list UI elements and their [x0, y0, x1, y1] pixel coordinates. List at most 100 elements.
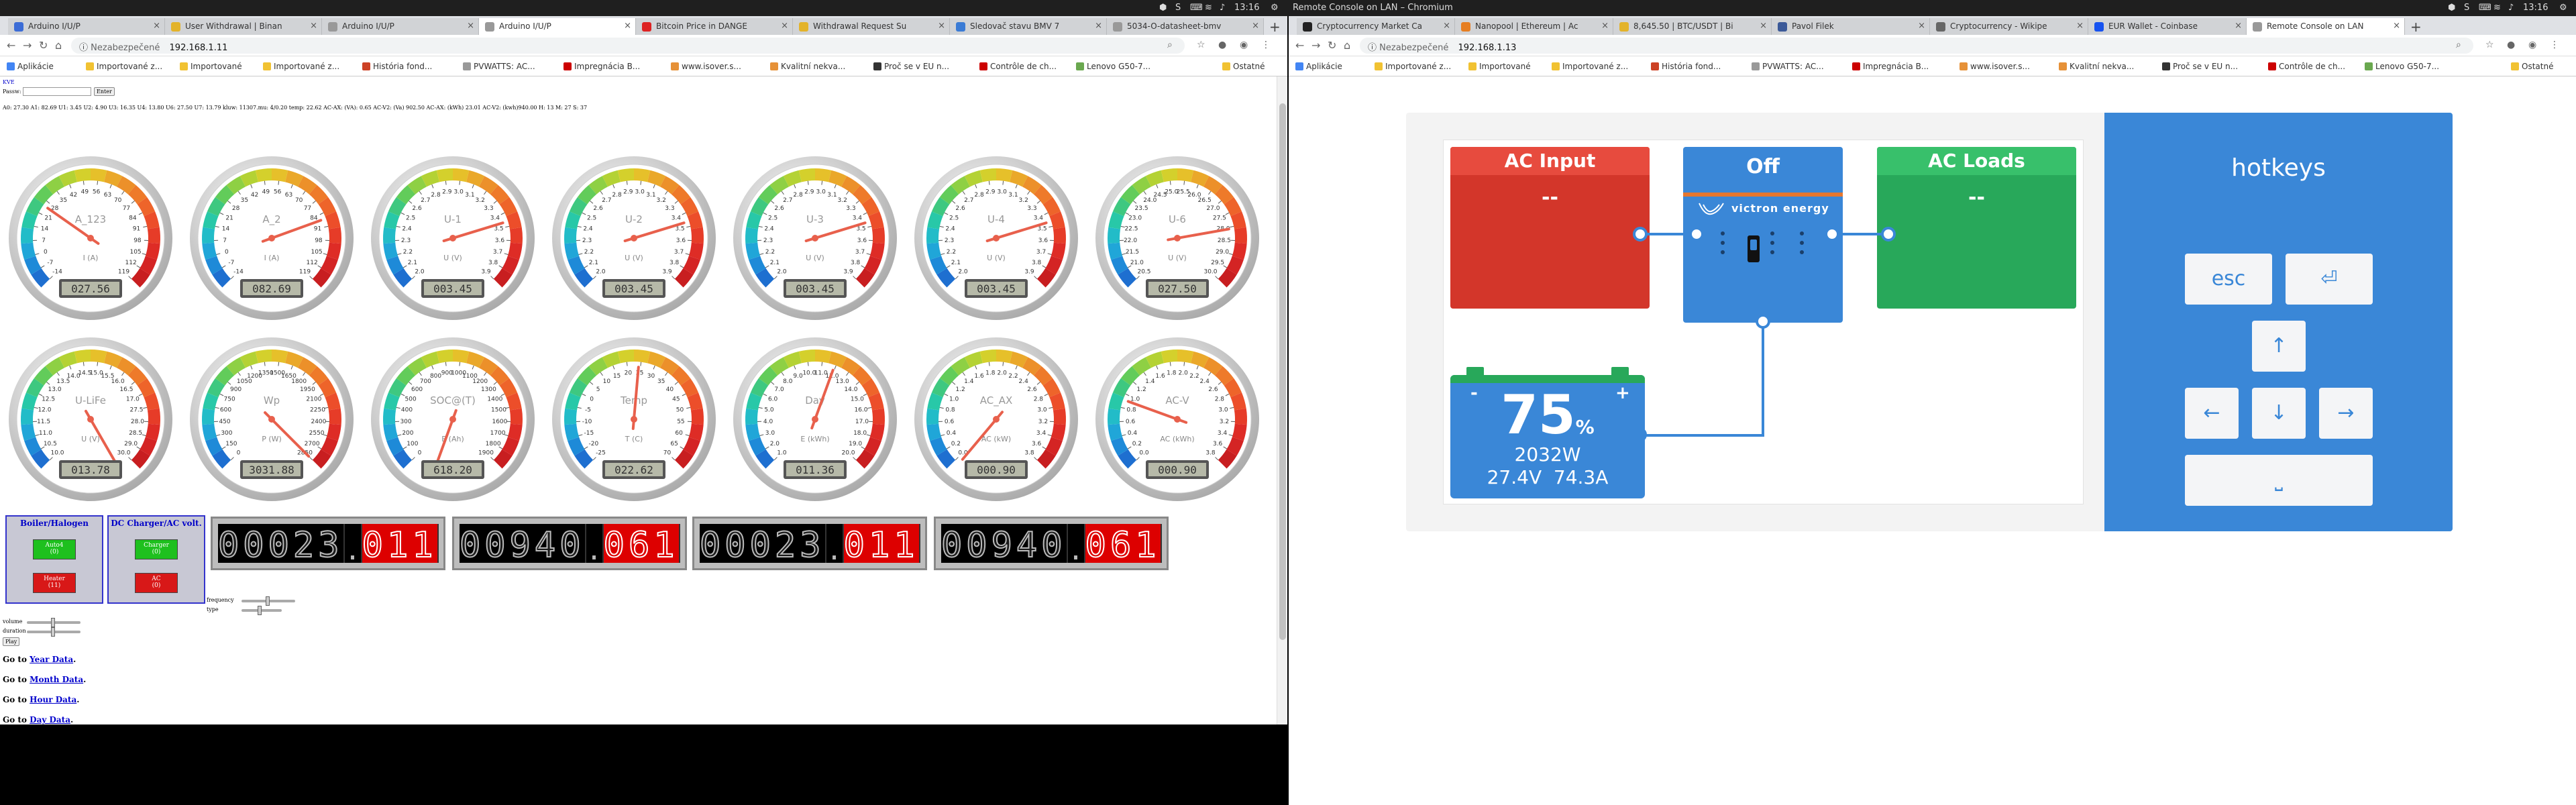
bookmark-item[interactable]: Ostatné	[2511, 62, 2553, 71]
home-icon[interactable]: ⌂	[1344, 39, 1350, 52]
bookmark-item[interactable]: Lenovo G50-7...	[2365, 62, 2439, 71]
ac-button[interactable]: AC (0)	[135, 573, 178, 593]
browser-tab[interactable]: Cryptocurrency Market Ca ×	[1297, 18, 1455, 35]
enter-button[interactable]: Enter	[94, 87, 115, 96]
clock-left[interactable]: 13:16	[1234, 3, 1259, 13]
bookmark-star-icon[interactable]: ☆	[2485, 40, 2494, 50]
ac-input-tile[interactable]: AC Input --	[1450, 147, 1650, 309]
type-slider[interactable]	[241, 606, 282, 615]
skype-icon[interactable]: S	[2464, 3, 2469, 13]
skype-icon[interactable]: S	[1175, 3, 1181, 13]
down-arrow-key[interactable]: ↓	[2252, 388, 2306, 439]
up-arrow-key[interactable]: ↑	[2252, 321, 2306, 372]
forward-icon[interactable]: →	[23, 39, 32, 52]
tab-close-icon[interactable]: ×	[2235, 21, 2242, 31]
tab-close-icon[interactable]: ×	[2076, 21, 2084, 31]
bookmark-item[interactable]: Importované z...	[1552, 62, 1628, 71]
bookmark-item[interactable]: PVWATTS: AC...	[1752, 62, 1824, 71]
volume-icon[interactable]: ♪	[1220, 3, 1225, 13]
menu-kebab-icon[interactable]: ⋮	[2550, 40, 2559, 50]
scroll-thumb[interactable]	[1279, 103, 1286, 640]
bookmark-item[interactable]: História fond...	[1651, 62, 1721, 71]
extension-icon[interactable]: ●	[2507, 40, 2515, 50]
home-icon[interactable]: ⌂	[55, 39, 62, 52]
browser-tab[interactable]: Pavol Filek ×	[1772, 18, 1930, 35]
bookmark-item[interactable]: Importované	[180, 62, 242, 71]
tab-close-icon[interactable]: ×	[1918, 21, 1925, 31]
back-icon[interactable]: ←	[1295, 39, 1304, 52]
tab-close-icon[interactable]: ×	[2393, 21, 2400, 31]
browser-tab[interactable]: Withdrawal Request Su ×	[793, 18, 950, 35]
frequency-slider[interactable]	[241, 596, 295, 606]
tab-close-icon[interactable]: ×	[1443, 21, 1450, 31]
charger-button[interactable]: Charger (0)	[135, 539, 178, 559]
reload-icon[interactable]: ↻	[39, 39, 48, 52]
back-icon[interactable]: ←	[7, 39, 15, 52]
data-link[interactable]: Year Data	[30, 655, 73, 664]
bookmark-item[interactable]: Ostatné	[1222, 62, 1265, 71]
settings-gear-icon[interactable]: ⚙	[2559, 3, 2567, 13]
dropbox-icon[interactable]: ⬢	[1159, 3, 1167, 13]
left-address-bar[interactable]: ⓘ Nezabezpečené 192.168.1.11	[71, 38, 1185, 54]
left-page-scrollbar[interactable]	[1277, 76, 1287, 724]
bookmark-item[interactable]: Importované z...	[1375, 62, 1451, 71]
bookmark-item[interactable]: Contrôle de ch...	[979, 62, 1057, 71]
bookmark-item[interactable]: Proč se v EU n...	[873, 62, 949, 71]
ac-loads-tile[interactable]: AC Loads --	[1877, 147, 2076, 309]
bookmark-item[interactable]: Importované z...	[86, 62, 162, 71]
left-arrow-key[interactable]: ←	[2185, 388, 2239, 439]
bookmark-item[interactable]: PVWATTS: AC...	[463, 62, 535, 71]
volume-icon[interactable]: ♪	[2508, 3, 2514, 13]
bookmark-item[interactable]: Importované z...	[263, 62, 339, 71]
browser-tab[interactable]: EUR Wallet - Coinbase ×	[2088, 18, 2247, 35]
browser-tab[interactable]: Remote Console on LAN ×	[2247, 18, 2405, 35]
password-input[interactable]	[23, 87, 91, 96]
duration-slider[interactable]	[27, 627, 80, 637]
tab-close-icon[interactable]: ×	[624, 21, 631, 31]
keyboard-icon[interactable]: ⌨	[2479, 3, 2491, 13]
browser-tab[interactable]: 5034-O-datasheet-bmv ×	[1107, 18, 1264, 35]
extension-icon[interactable]: ●	[1218, 40, 1226, 50]
bookmark-star-icon[interactable]: ☆	[1197, 40, 1205, 50]
new-tab-plus-icon[interactable]: +	[2410, 19, 2422, 35]
wifi-icon[interactable]: ≋	[1205, 3, 1212, 13]
browser-tab[interactable]: Arduino I/U/P ×	[8, 18, 165, 35]
browser-tab[interactable]: Bitcoin Price in DANGE ×	[636, 18, 793, 35]
space-key[interactable]: ⎵	[2185, 455, 2373, 506]
settings-gear-icon[interactable]: ⚙	[1271, 3, 1279, 13]
tab-close-icon[interactable]: ×	[1095, 21, 1102, 31]
search-icon[interactable]: ⌕	[1167, 40, 1173, 50]
tab-close-icon[interactable]: ×	[1760, 21, 1767, 31]
bookmark-item[interactable]: Kvalitní nekva...	[2059, 62, 2134, 71]
bookmark-item[interactable]: Kvalitní nekva...	[770, 62, 845, 71]
tab-close-icon[interactable]: ×	[467, 21, 474, 31]
browser-tab[interactable]: User Withdrawal | Binan ×	[165, 18, 322, 35]
data-link[interactable]: Hour Data	[30, 695, 76, 704]
inverter-tile[interactable]: Off victron energy	[1683, 147, 1843, 323]
volume-slider[interactable]	[27, 618, 80, 627]
tab-close-icon[interactable]: ×	[781, 21, 788, 31]
insecure-info-icon[interactable]: ⓘ	[1368, 43, 1377, 53]
dropbox-icon[interactable]: ⬢	[2448, 3, 2455, 13]
data-link[interactable]: Month Data	[30, 675, 83, 684]
bookmark-item[interactable]: História fond...	[362, 62, 432, 71]
bookmark-item[interactable]: Aplikácie	[7, 62, 54, 71]
profile-icon[interactable]: ◉	[1240, 40, 1248, 50]
forward-icon[interactable]: →	[1311, 39, 1320, 52]
browser-tab[interactable]: Cryptocurrency - Wikipe ×	[1930, 18, 2088, 35]
browser-tab[interactable]: Arduino I/U/P ×	[479, 18, 636, 35]
bookmark-item[interactable]: Lenovo G50-7...	[1076, 62, 1150, 71]
bookmark-item[interactable]: Aplikácie	[1295, 62, 1342, 71]
bookmark-item[interactable]: www.isover.s...	[1960, 62, 2030, 71]
bookmark-item[interactable]: Importované	[1468, 62, 1531, 71]
tab-close-icon[interactable]: ×	[938, 21, 945, 31]
data-link[interactable]: Day Data	[30, 715, 70, 724]
bookmark-item[interactable]: www.isover.s...	[671, 62, 741, 71]
play-button[interactable]: Play	[3, 637, 20, 646]
bookmark-item[interactable]: Impregnácia B...	[1852, 62, 1929, 71]
wifi-icon[interactable]: ≋	[2493, 3, 2501, 13]
battery-tile[interactable]: - + 75% 2032W 27.4V 74.3A	[1450, 367, 1645, 498]
browser-tab[interactable]: Nanopool | Ethereum | Ac ×	[1455, 18, 1613, 35]
menu-kebab-icon[interactable]: ⋮	[1261, 40, 1271, 50]
bookmark-item[interactable]: Impregnácia B...	[564, 62, 640, 71]
